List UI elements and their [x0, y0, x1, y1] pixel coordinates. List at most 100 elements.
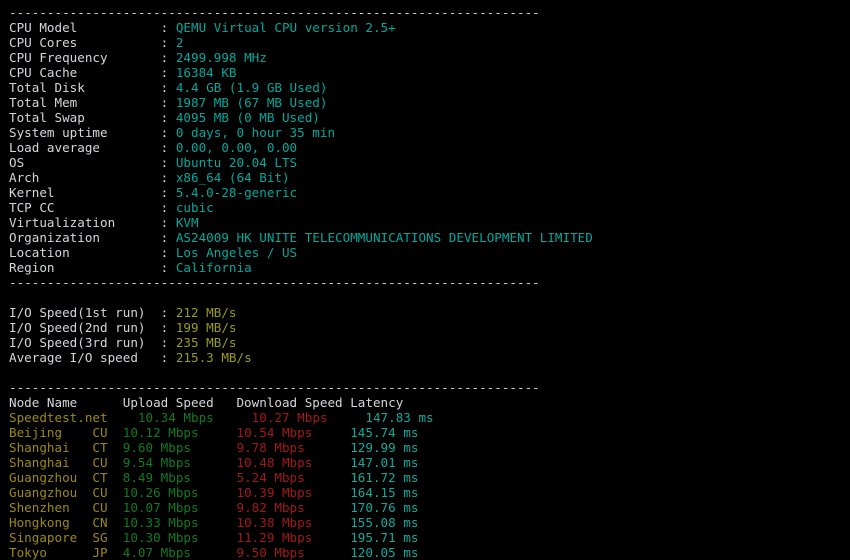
speedtest-upload: 9.54 Mbps — [122, 455, 237, 470]
io-speed-row: Average I/O speed : 215.3 MB/s — [0, 350, 850, 365]
system-info-value: Los Angeles / US — [175, 245, 298, 260]
speedtest-isp: SG — [92, 530, 123, 545]
io-speed-label: I/O Speed(1st run) — [9, 305, 161, 320]
speedtest-row: Shanghai CU 9.54 Mbps 10.48 Mbps 147.01 … — [0, 455, 850, 470]
header-node-name: Node Name — [9, 395, 123, 410]
colon-separator: : — [160, 305, 176, 320]
system-info-label: CPU Cache — [9, 65, 161, 80]
colon-separator: : — [160, 155, 176, 170]
system-info-value: 1987 MB (67 MB Used) — [175, 95, 328, 110]
system-info-row: CPU Model : QEMU Virtual CPU version 2.5… — [0, 20, 850, 35]
system-info-value: QEMU Virtual CPU version 2.5+ — [175, 20, 396, 35]
speedtest-download: 10.54 Mbps — [236, 425, 351, 440]
speedtest-node-name: Guangzhou — [9, 470, 93, 485]
system-info-row: System uptime : 0 days, 0 hour 35 min — [0, 125, 850, 140]
speedtest-upload: 10.34 Mbps — [137, 410, 252, 425]
speedtest-upload: 10.26 Mbps — [122, 485, 237, 500]
speedtest-node-name: Hongkong — [9, 515, 93, 530]
speedtest-upload: 8.49 Mbps — [122, 470, 237, 485]
separator-bottom: ----------------------------------------… — [9, 380, 540, 395]
header-upload: Upload Speed — [122, 395, 237, 410]
speedtest-download: 10.48 Mbps — [236, 455, 351, 470]
speedtest-latency: 129.99 ms — [350, 440, 419, 455]
io-speed-label: Average I/O speed — [9, 350, 161, 365]
speedtest-isp: JP — [92, 545, 123, 560]
colon-separator: : — [160, 335, 176, 350]
colon-separator: : — [160, 215, 176, 230]
speedtest-node-name: Tokyo — [9, 545, 93, 560]
system-info-value: 4095 MB (0 MB Used) — [175, 110, 320, 125]
system-info-value: 4.4 GB (1.9 GB Used) — [175, 80, 328, 95]
system-info-row: Load average : 0.00, 0.00, 0.00 — [0, 140, 850, 155]
speedtest-isp: CU — [92, 455, 123, 470]
speedtest-latency: 164.15 ms — [350, 485, 419, 500]
speedtest-row: Singapore SG 10.30 Mbps 11.29 Mbps 195.7… — [0, 530, 850, 545]
system-info-value: California — [175, 260, 252, 275]
system-info-label: TCP CC — [9, 200, 161, 215]
system-info-label: Total Swap — [9, 110, 161, 125]
system-info-label: Arch — [9, 170, 161, 185]
io-speed-row: I/O Speed(2nd run) : 199 MB/s — [0, 320, 850, 335]
colon-separator: : — [160, 140, 176, 155]
system-info-label: Load average — [9, 140, 161, 155]
speedtest-node-name: Speedtest.net — [9, 410, 108, 425]
speedtest-latency: 147.01 ms — [350, 455, 419, 470]
speedtest-latency: 155.08 ms — [350, 515, 419, 530]
speedtest-isp: CT — [92, 470, 123, 485]
io-speed-value: 212 MB/s — [175, 305, 237, 320]
colon-separator: : — [160, 350, 176, 365]
speedtest-download: 5.24 Mbps — [236, 470, 351, 485]
io-speed-block: I/O Speed(1st run) : 212 MB/s I/O Speed(2… — [0, 305, 850, 365]
speedtest-upload: 10.30 Mbps — [122, 530, 237, 545]
colon-separator: : — [160, 185, 176, 200]
system-info-row: Location : Los Angeles / US — [0, 245, 850, 260]
speedtest-download: 9.78 Mbps — [236, 440, 351, 455]
speedtest-isp: CN — [92, 515, 123, 530]
system-info-row: Virtualization : KVM — [0, 215, 850, 230]
system-info-row: Region : California — [0, 260, 850, 275]
system-info-label: Virtualization — [9, 215, 161, 230]
system-info-value: AS24009 HK UNITE TELECOMMUNICATIONS DEVE… — [175, 230, 593, 245]
system-info-label: OS — [9, 155, 161, 170]
system-info-value: 2 — [175, 35, 184, 50]
terminal-window: ----------------------------------------… — [0, 0, 850, 560]
system-info-row: Total Disk : 4.4 GB (1.9 GB Used) — [0, 80, 850, 95]
speedtest-block: Node Name Upload Speed Download Speed La… — [0, 395, 850, 560]
speedtest-isp — [108, 410, 138, 425]
system-info-value: 0 days, 0 hour 35 min — [175, 125, 336, 140]
speedtest-row: Shenzhen CU 10.07 Mbps 9.82 Mbps 170.76 … — [0, 500, 850, 515]
system-info-value: KVM — [175, 215, 199, 230]
system-info-label: System uptime — [9, 125, 161, 140]
system-info-label: Total Disk — [9, 80, 161, 95]
speedtest-latency: 170.76 ms — [350, 500, 419, 515]
system-info-label: Region — [9, 260, 161, 275]
speedtest-header-row: Node Name Upload Speed Download Speed La… — [0, 395, 850, 410]
system-info-value: Ubuntu 20.04 LTS — [175, 155, 298, 170]
colon-separator: : — [160, 35, 176, 50]
colon-separator: : — [160, 110, 176, 125]
colon-separator: : — [160, 170, 176, 185]
io-speed-row: I/O Speed(1st run) : 212 MB/s — [0, 305, 850, 320]
speedtest-upload: 4.07 Mbps — [122, 545, 237, 560]
speedtest-isp: CU — [92, 425, 123, 440]
system-info-row: Arch : x86_64 (64 Bit) — [0, 170, 850, 185]
io-speed-value: 199 MB/s — [175, 320, 237, 335]
speedtest-download: 10.27 Mbps — [251, 410, 366, 425]
speedtest-download: 10.38 Mbps — [236, 515, 351, 530]
speedtest-row: Tokyo JP 4.07 Mbps 9.50 Mbps 120.05 ms — [0, 545, 850, 560]
colon-separator: : — [160, 20, 176, 35]
speedtest-row: Hongkong CN 10.33 Mbps 10.38 Mbps 155.08… — [0, 515, 850, 530]
colon-separator: : — [160, 50, 176, 65]
system-info-label: Kernel — [9, 185, 161, 200]
speedtest-download: 9.82 Mbps — [236, 500, 351, 515]
io-speed-value: 215.3 MB/s — [175, 350, 252, 365]
colon-separator: : — [160, 200, 176, 215]
speedtest-isp: CU — [92, 485, 123, 500]
system-info-label: CPU Cores — [9, 35, 161, 50]
system-info-value: x86_64 (64 Bit) — [175, 170, 290, 185]
speedtest-latency: 195.71 ms — [350, 530, 419, 545]
system-info-label: CPU Frequency — [9, 50, 161, 65]
system-info-row: Organization : AS24009 HK UNITE TELECOMM… — [0, 230, 850, 245]
system-info-row: TCP CC : cubic — [0, 200, 850, 215]
colon-separator: : — [160, 65, 176, 80]
